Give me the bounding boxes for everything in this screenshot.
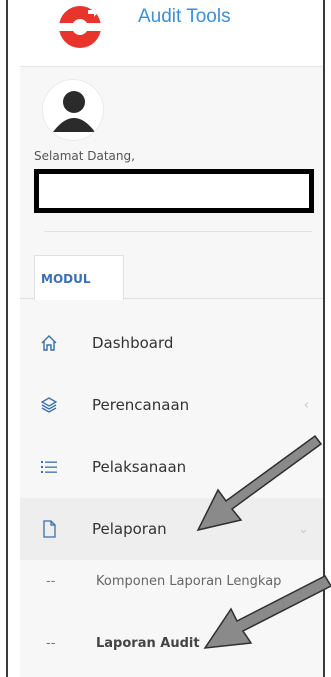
sidebar-item-dashboard[interactable]: Dashboard bbox=[20, 312, 323, 374]
home-icon bbox=[41, 335, 57, 351]
divider bbox=[44, 231, 312, 232]
user-silhouette-icon bbox=[53, 91, 95, 132]
chevron-down-icon[interactable]: ⌄ bbox=[298, 522, 309, 537]
list-icon bbox=[41, 461, 57, 473]
submenu-item-komponen-laporan[interactable]: -- Komponen Laporan Lengkap bbox=[20, 560, 323, 624]
submenu-pelaporan: -- Komponen Laporan Lengkap -- Laporan A… bbox=[20, 560, 323, 664]
sidebar-item-label: Pelaporan bbox=[92, 520, 167, 538]
dash-marker: -- bbox=[46, 636, 56, 651]
header: Audit Tools bbox=[8, 0, 323, 62]
welcome-text: Selamat Datang, bbox=[34, 149, 135, 163]
app-title[interactable]: Audit Tools bbox=[138, 6, 231, 28]
sidebar: Selamat Datang, MODUL Dashboard Perencan… bbox=[20, 66, 323, 677]
tab-modul[interactable]: MODUL bbox=[34, 255, 124, 300]
sidebar-item-pelaporan[interactable]: Pelaporan ⌄ bbox=[20, 498, 323, 560]
document-icon bbox=[43, 520, 56, 538]
sidebar-item-label: Pelaksanaan bbox=[92, 458, 187, 476]
chevron-left-icon[interactable]: ‹ bbox=[304, 398, 309, 413]
submenu-item-label: Laporan Audit bbox=[96, 636, 200, 651]
sidebar-item-label: Dashboard bbox=[92, 334, 174, 352]
app-logo[interactable] bbox=[52, 4, 108, 50]
sidebar-menu: Dashboard Perencanaan ‹ Pelaksanaan Pela… bbox=[20, 312, 323, 664]
app-frame: Audit Tools Selamat Datang, MODUL Dashbo bbox=[6, 0, 325, 677]
tab-bar: MODUL bbox=[20, 255, 323, 300]
dash-marker: -- bbox=[46, 574, 56, 589]
user-name-box bbox=[34, 169, 314, 213]
submenu-item-laporan-audit[interactable]: -- Laporan Audit bbox=[20, 624, 323, 664]
avatar bbox=[42, 79, 104, 141]
sidebar-item-label: Perencanaan bbox=[92, 396, 190, 414]
user-panel: Selamat Datang, bbox=[20, 67, 323, 237]
sidebar-item-pelaksanaan[interactable]: Pelaksanaan bbox=[20, 436, 323, 498]
layers-icon bbox=[40, 397, 58, 413]
submenu-item-label: Komponen Laporan Lengkap bbox=[96, 574, 282, 589]
sidebar-item-perencanaan[interactable]: Perencanaan ‹ bbox=[20, 374, 323, 436]
